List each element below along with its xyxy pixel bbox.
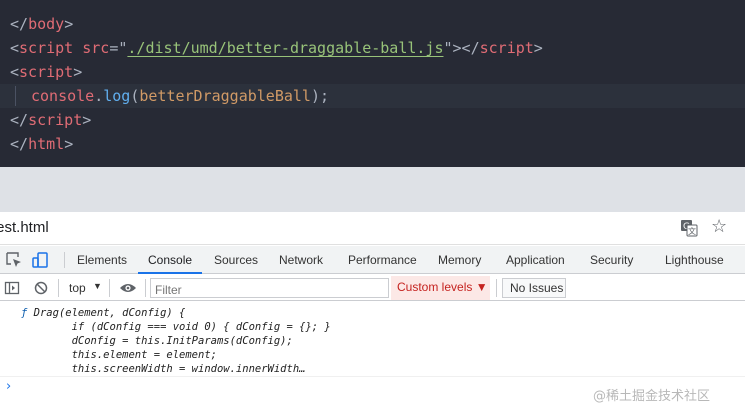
context-selector[interactable]: top [69, 281, 86, 295]
filter-input[interactable] [151, 281, 388, 299]
tab-performance[interactable]: Performance [348, 246, 417, 274]
tab-lighthouse[interactable]: Lighthouse [665, 246, 724, 274]
log-levels-dropdown[interactable]: Custom levels ▼ [391, 276, 490, 300]
live-expression-eye-icon[interactable] [119, 281, 137, 295]
console-prompt-icon[interactable]: › [6, 379, 11, 394]
indent-guide [15, 86, 16, 106]
tab-sources[interactable]: Sources [214, 246, 258, 274]
function-glyph: ƒ [21, 307, 28, 319]
page-title: test.html [0, 219, 49, 236]
svg-text:文: 文 [688, 226, 696, 236]
code-line-4: console.log(betterDraggableBall); [31, 87, 330, 105]
watermark: @稀土掘金技术社区 [593, 389, 711, 404]
window-gap [0, 167, 745, 212]
devtools-title-bar: test.html [0, 212, 745, 245]
console-log-line: this.element = element; [21, 349, 217, 361]
toolbar-divider [58, 279, 59, 297]
code-line-5: </script> [10, 111, 92, 129]
code-line-6: </html> [10, 135, 74, 153]
tab-memory[interactable]: Memory [438, 246, 481, 274]
console-log-line[interactable]: ƒ Drag(element, dConfig) { [21, 306, 185, 320]
tab-application[interactable]: Application [506, 246, 565, 274]
translate-icon[interactable]: G 文 [680, 219, 698, 237]
context-dropdown-icon[interactable]: ▼ [93, 281, 102, 291]
issues-button[interactable]: No Issues [502, 278, 566, 298]
code-line-1: </body> [10, 15, 74, 33]
devtools-tab-bar: Elements Console Sources Network Perform… [0, 246, 745, 274]
toggle-sidebar-icon[interactable] [4, 280, 20, 296]
filter-input-box[interactable] [150, 278, 389, 299]
issues-label: No Issues [510, 281, 564, 295]
toolbar-divider [109, 279, 110, 297]
tab-security[interactable]: Security [590, 246, 633, 274]
log-levels-label: Custom levels ▼ [397, 280, 488, 294]
toolbar-divider [145, 279, 146, 297]
active-tab-indicator [138, 272, 202, 274]
console-output: ƒ Drag(element, dConfig) { if (dConfig =… [0, 302, 745, 377]
toolbar-divider [496, 279, 497, 297]
bookmark-star-icon[interactable]: ☆ [711, 217, 727, 237]
tab-console[interactable]: Console [148, 246, 192, 274]
code-line-2: <script src="./dist/umd/better-draggable… [10, 39, 543, 57]
device-toolbar-icon[interactable] [32, 252, 48, 268]
inspect-element-icon[interactable] [6, 252, 22, 268]
tab-elements[interactable]: Elements [77, 246, 127, 274]
code-line-3: <script> [10, 63, 83, 81]
tab-divider [64, 252, 65, 268]
script-src-link[interactable]: ./dist/umd/better-draggable-ball.js [127, 39, 443, 57]
console-log-line: this.screenWidth = window.innerWidth… [21, 363, 306, 375]
tab-network[interactable]: Network [279, 246, 323, 274]
console-log-line: dConfig = this.InitParams(dConfig); [21, 335, 293, 347]
console-log-line: if (dConfig === void 0) { dConfig = {}; … [21, 321, 331, 333]
code-editor: </body> <script src="./dist/umd/better-d… [0, 0, 745, 167]
clear-console-icon[interactable] [33, 280, 49, 296]
